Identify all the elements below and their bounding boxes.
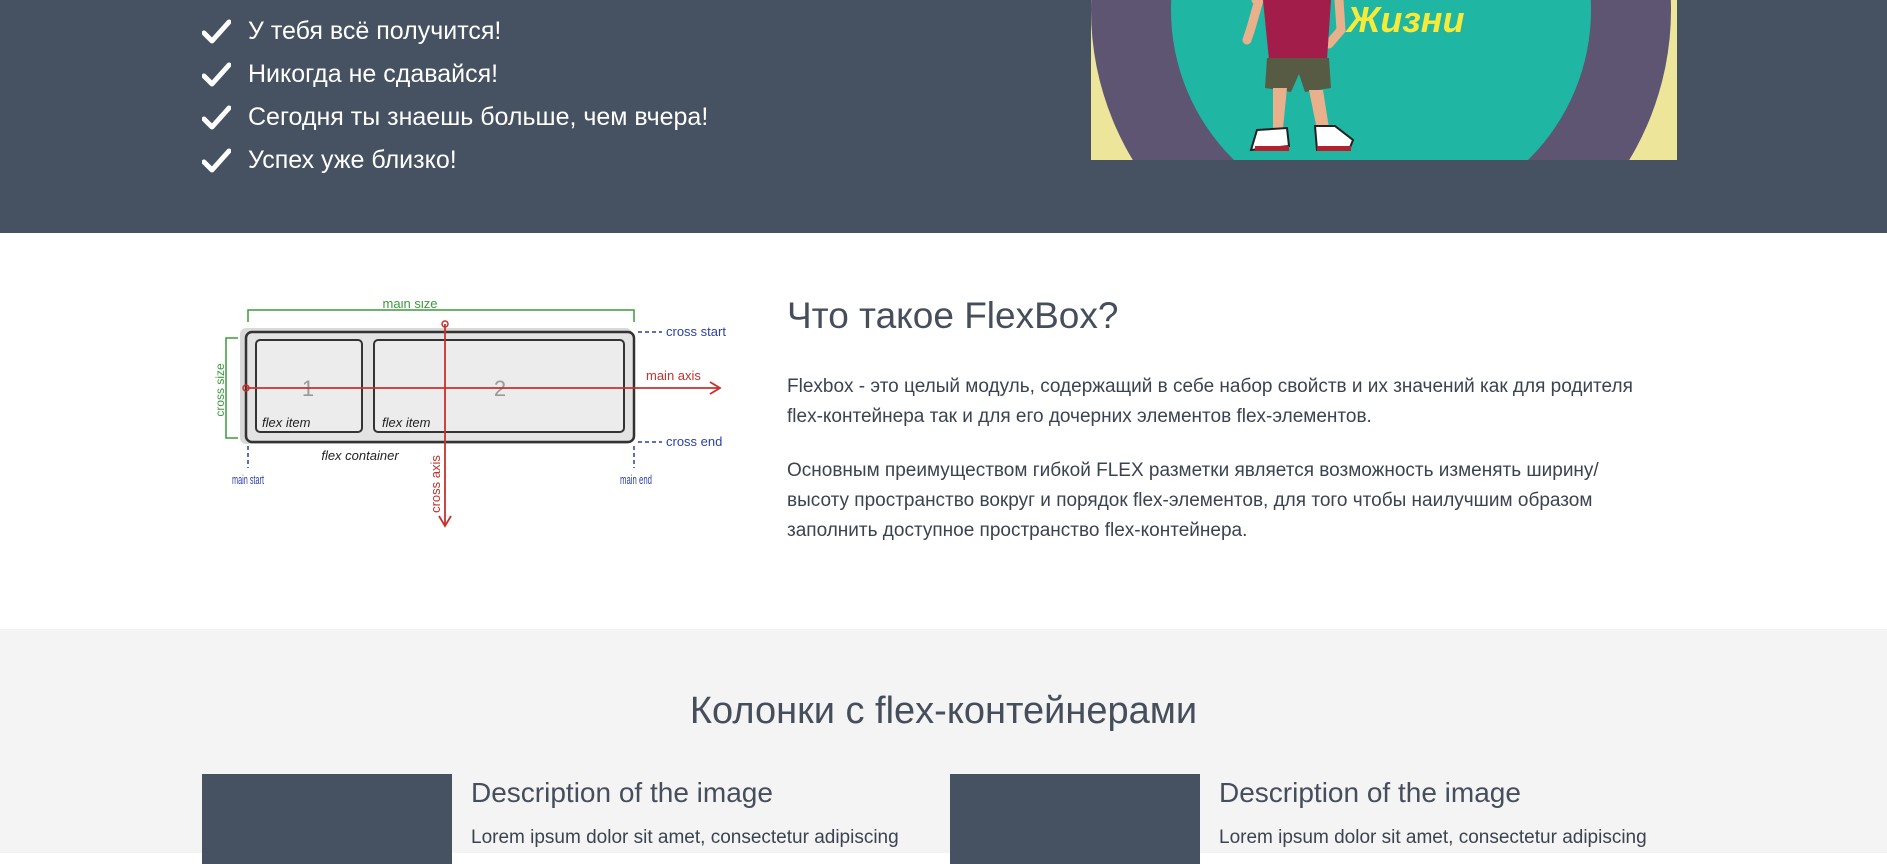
motivation-checklist: У тебя всё получится! Никогда не сдавайс… xyxy=(202,10,708,182)
flexbox-diagram: main size cross size 1 2 flex item flex … xyxy=(213,300,726,528)
main-axis-label: main axis xyxy=(646,368,701,383)
card-image-placeholder xyxy=(950,774,1200,864)
card-text: Lorem ipsum dolor sit amet, consectetur … xyxy=(471,827,899,848)
main-end-label: main end xyxy=(620,472,652,487)
main-size-bracket xyxy=(247,309,635,322)
card-title: Description of the image xyxy=(1219,777,1521,808)
flex-item-1-label: flex item xyxy=(262,415,311,430)
checklist-item: У тебя всё получится! xyxy=(202,10,708,53)
cross-size-bracket xyxy=(225,337,238,439)
flex-item-2-label: flex item xyxy=(382,415,431,430)
illustration-caption: Жизни xyxy=(1345,0,1464,40)
hero-section: У тебя всё получится! Никогда не сдавайс… xyxy=(0,0,1887,233)
checklist-item-text: У тебя всё получится! xyxy=(248,17,502,45)
checklist-item: Никогда не сдавайся! xyxy=(202,53,708,96)
card-image-placeholder xyxy=(202,774,452,864)
checkmark-icon xyxy=(202,148,231,172)
checklist-item-text: Никогда не сдавайся! xyxy=(248,60,499,88)
flexbox-info-section: main size cross size 1 2 flex item flex … xyxy=(0,233,1887,629)
card-text: Lorem ipsum dolor sit amet, consectetur … xyxy=(1219,827,1647,848)
checkmark-icon xyxy=(202,62,231,86)
cross-end-label: cross end xyxy=(666,434,722,449)
column-card: Description of the image Lorem ipsum dol… xyxy=(202,774,922,864)
checklist-item-text: Успех уже близко! xyxy=(248,146,457,174)
flexbox-paragraph: Основным преимуществом гибкой FLEX разме… xyxy=(787,460,1599,541)
main-start-label: main start xyxy=(232,472,264,487)
flexbox-title: Что такое FlexBox? xyxy=(787,295,1119,336)
columns-section: Колонки с flex-контейнерами Description … xyxy=(0,629,1887,864)
card-title: Description of the image xyxy=(471,777,773,808)
hero-illustration: Жизни xyxy=(1091,0,1677,160)
cross-axis-label: cross axis xyxy=(428,455,443,513)
columns-title: Колонки с flex-контейнерами xyxy=(689,690,1198,732)
cross-size-label: cross size xyxy=(213,363,227,417)
column-card: Description of the image Lorem ipsum dol… xyxy=(950,774,1670,864)
main-size-label: main size xyxy=(383,300,438,311)
checklist-item: Сегодня ты знаешь больше, чем вчера! xyxy=(202,96,708,139)
checklist-item: Успех уже близко! xyxy=(202,139,708,182)
flex-container-label: flex container xyxy=(321,448,399,463)
flexbox-paragraph: Flexbox - это целый модуль, содержащий в… xyxy=(787,376,1633,427)
checkmark-icon xyxy=(202,19,231,43)
checkmark-icon xyxy=(202,105,231,129)
checklist-item-text: Сегодня ты знаешь больше, чем вчера! xyxy=(248,103,709,131)
cross-start-label: cross start xyxy=(666,324,726,339)
